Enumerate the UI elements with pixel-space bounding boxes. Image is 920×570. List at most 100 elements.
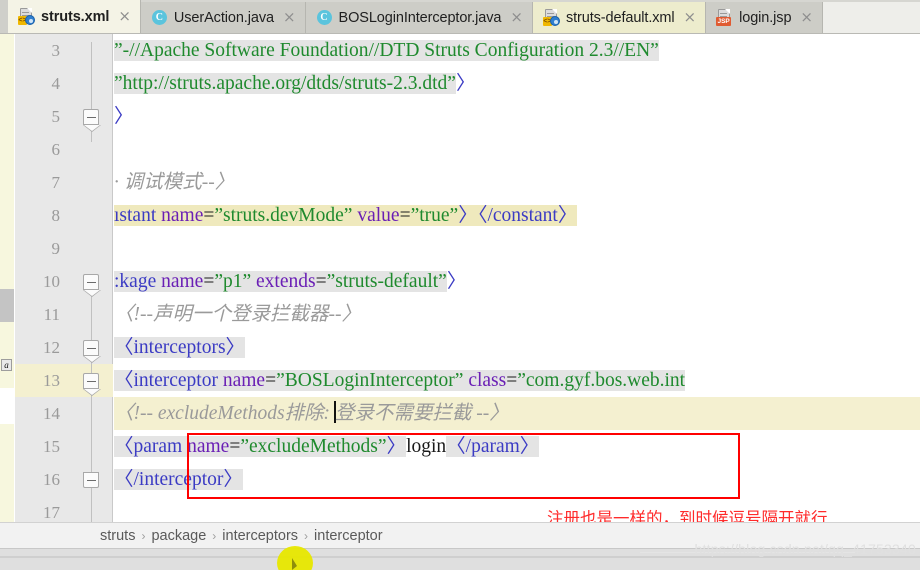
code-text-area[interactable]: ”-//Apache Software Foundation//DTD Stru… [114, 34, 920, 522]
tab-bar-filler [823, 2, 920, 33]
code-token: 〈interceptors〉 [114, 337, 246, 358]
breadcrumb[interactable]: struts › package › interceptors › interc… [100, 528, 383, 544]
code-token: :kage [114, 271, 162, 292]
close-icon[interactable]: × [681, 10, 697, 25]
code-token: 〈!-- excludeMethods排除: [114, 403, 335, 424]
line-number: 5 [51, 107, 61, 126]
close-icon[interactable]: × [280, 10, 296, 25]
code-token: 〉 [446, 271, 467, 292]
code-token: = [315, 271, 327, 292]
code-token: name [161, 205, 204, 226]
breadcrumb-item-interceptor[interactable]: interceptor [314, 528, 383, 544]
code-line-7[interactable]: · 调试模式--〉 [114, 166, 920, 199]
code-token: 〈param [114, 436, 188, 457]
line-number: 8 [51, 206, 61, 225]
fold-toggle-line-12[interactable] [83, 340, 101, 363]
jsp-file-icon: JSP [716, 9, 733, 26]
tab-label: login.jsp [739, 9, 792, 26]
editor-window: <> struts.xml × C UserAction.java × C BO… [0, 0, 920, 570]
breadcrumb-gutter-spacer [0, 522, 100, 549]
code-token: ”p1” [214, 271, 252, 292]
code-editor[interactable]: a 3 4 5 6 7 8 9 10 11 12 13 14 15 16 17 [0, 34, 920, 522]
close-icon[interactable]: × [507, 10, 523, 25]
code-line-14[interactable]: 〈!-- excludeMethods排除: 登录不需要拦截 --〉 [114, 397, 920, 430]
line-number: 12 [43, 338, 60, 357]
code-token: · 调试模式--〉 [114, 172, 235, 193]
java-class-icon: C [151, 9, 168, 26]
tab-login-jsp[interactable]: JSP login.jsp × [706, 2, 823, 33]
line-number: 9 [51, 239, 61, 258]
close-icon[interactable]: × [797, 10, 813, 25]
fold-toggle-line-10[interactable] [83, 274, 101, 297]
code-line-11[interactable]: 〈!--声明一个登录拦截器--〉 [114, 298, 920, 331]
code-line-6[interactable] [114, 133, 920, 166]
tab-bar-left-edge [0, 0, 8, 33]
code-line-4[interactable]: ”http://struts.apache.org/dtds/struts-2.… [114, 67, 920, 100]
code-token: name [222, 370, 266, 391]
tab-useraction-java[interactable]: C UserAction.java × [140, 2, 306, 33]
code-token: 〈interceptor [114, 370, 223, 391]
code-line-8[interactable]: ıstant name=”struts.devMode” value=”true… [114, 199, 920, 232]
code-token: 〉 [114, 106, 134, 127]
code-token: name [187, 436, 230, 457]
code-token: ”excludeMethods” [240, 436, 387, 457]
editor-left-strip[interactable]: a [0, 34, 14, 522]
strip-changed-region-2 [0, 322, 14, 388]
tab-struts-xml[interactable]: <> struts.xml × [8, 0, 141, 33]
code-token: ”struts.devMode” [214, 205, 353, 226]
code-token: = [203, 271, 215, 292]
breadcrumb-item-struts[interactable]: struts [100, 528, 135, 544]
line-number-gutter[interactable]: 3 4 5 6 7 8 9 10 11 12 13 14 15 16 17 [15, 34, 113, 522]
code-line-13[interactable]: 〈interceptor name=”BOSLoginInterceptor” … [114, 364, 920, 397]
xml-file-icon: <> [18, 8, 35, 25]
breadcrumb-item-package[interactable]: package [151, 528, 206, 544]
code-line-9[interactable] [114, 232, 920, 265]
java-class-icon: C [316, 9, 333, 26]
tab-bosloginterceptor-java[interactable]: C BOSLoginInterceptor.java × [305, 2, 533, 33]
code-line-15[interactable]: 〈param name=”excludeMethods”〉login〈/para… [114, 430, 920, 463]
code-token: class [468, 370, 507, 391]
strip-changed-region [0, 34, 14, 289]
line-number: 6 [51, 140, 61, 159]
fold-toggle-line-13[interactable] [83, 373, 101, 396]
strip-changed-region-3 [0, 424, 14, 522]
code-token: 〉〈/constant〉 [458, 205, 578, 226]
tab-struts-default-xml[interactable]: <> struts-default.xml × [532, 2, 707, 33]
code-token: ”http://struts.apache.org/dtds/struts-2.… [114, 73, 456, 94]
code-token: extends [256, 271, 316, 292]
breadcrumb-item-interceptors[interactable]: interceptors [222, 528, 298, 544]
line-number: 16 [43, 470, 60, 489]
code-token: = [229, 436, 241, 457]
code-token: name [161, 271, 204, 292]
line-number: 14 [43, 404, 60, 423]
code-token: 〈/param〉 [446, 436, 540, 457]
code-token: ”BOSLoginInterceptor” [276, 370, 464, 391]
strip-blank-region [0, 388, 14, 424]
watermark-text: https://blog.csdn.net/qq_41753340 [694, 541, 916, 557]
line-number: 15 [43, 437, 60, 456]
code-token: = [203, 205, 215, 226]
breadcrumb-separator-icon: › [212, 528, 217, 543]
close-icon[interactable]: × [115, 9, 131, 24]
tab-label: BOSLoginInterceptor.java [338, 9, 502, 26]
code-line-3[interactable]: ”-//Apache Software Foundation//DTD Stru… [114, 34, 920, 67]
code-line-16[interactable]: 〈/interceptor〉 [114, 463, 920, 496]
line-number: 13 [43, 371, 60, 390]
code-token: 登录不需要拦截 --〉 [334, 403, 509, 424]
code-token: = [265, 370, 277, 391]
code-line-10[interactable]: :kage name=”p1” extends=”struts-default”… [114, 265, 920, 298]
annotation-marker-icon[interactable]: a [1, 359, 12, 371]
fold-toggle-line-16[interactable] [83, 472, 99, 488]
line-number: 10 [43, 272, 60, 291]
code-line-12[interactable]: 〈interceptors〉 [114, 331, 920, 364]
code-token: ”true” [410, 205, 459, 226]
line-number: 11 [43, 305, 60, 324]
code-line-5[interactable]: 〉 [114, 100, 920, 133]
code-token: 〈!--声明一个登录拦截器--〉 [114, 304, 361, 325]
line-number: 17 [43, 503, 60, 522]
line-number: 7 [51, 173, 61, 192]
code-token: 〈/interceptor〉 [114, 469, 243, 490]
fold-toggle-line-5[interactable] [83, 109, 101, 132]
editor-tab-bar: <> struts.xml × C UserAction.java × C BO… [0, 0, 920, 34]
code-token: 〉 [455, 73, 476, 94]
